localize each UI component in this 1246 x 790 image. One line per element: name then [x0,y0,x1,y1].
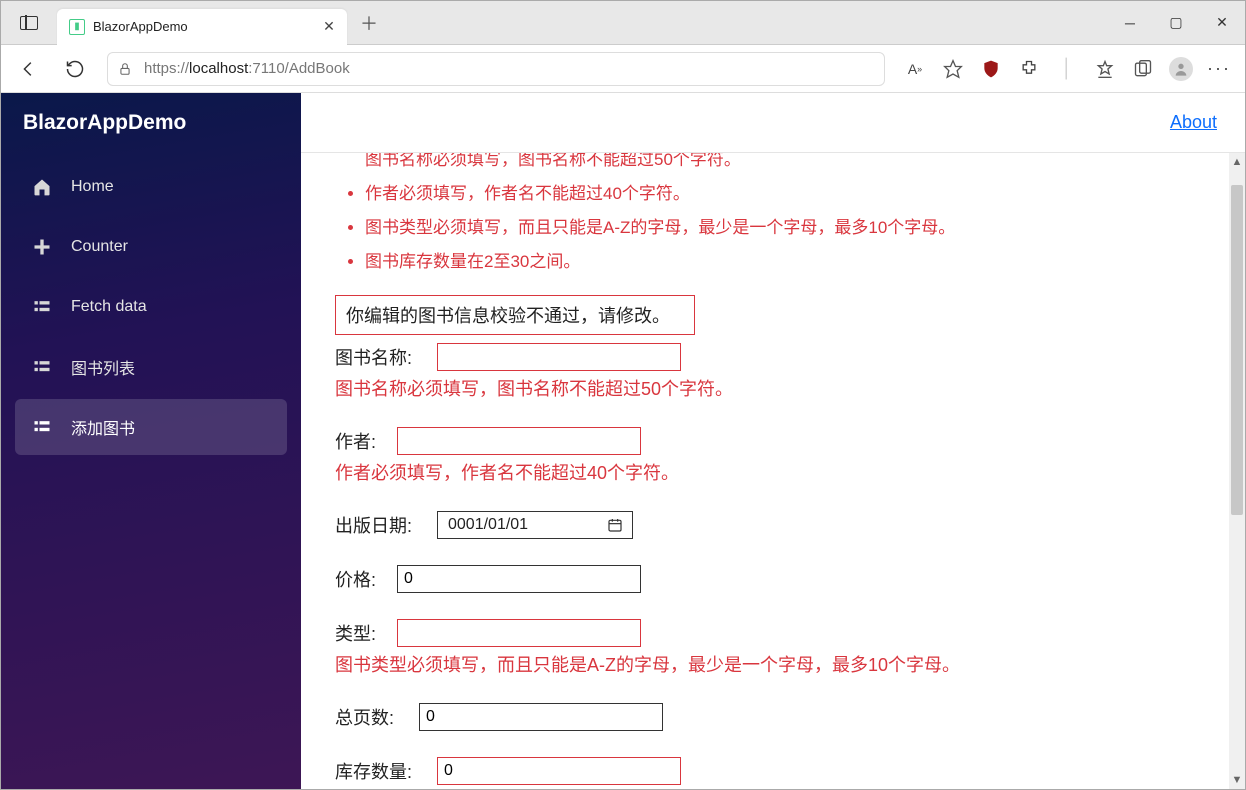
row-author: 作者: [335,427,1227,455]
nav-label: 图书列表 [71,355,135,379]
input-type[interactable] [397,619,641,647]
close-tab-icon[interactable]: ✕ [321,19,337,35]
label-pubdate: 出版日期: [335,512,425,538]
error-item: 图书类型必须填写，而且只能是A-Z的字母，最少是一个字母，最多10个字母。 [365,211,1227,245]
calendar-icon[interactable] [606,516,624,534]
sidebar: BlazorAppDemo Home Counter Fetch data 图书… [1,93,301,789]
nav-label: Fetch data [71,298,147,316]
row-name: 图书名称: [335,343,1227,371]
home-icon [31,176,53,198]
back-button[interactable] [15,55,43,83]
scroll-thumb[interactable] [1231,185,1243,515]
profile-avatar[interactable] [1169,57,1193,81]
row-pubdate: 出版日期: 0001/01/01 [335,511,1227,539]
row-stock: 库存数量: [335,757,1227,785]
label-author: 作者: [335,428,385,454]
plus-icon [31,236,53,258]
input-price[interactable] [397,565,641,593]
vertical-scrollbar[interactable]: ▲ ▼ [1229,153,1245,789]
divider: │ [1055,57,1079,81]
label-stock: 库存数量: [335,758,425,784]
collections-icon[interactable] [1131,57,1155,81]
row-type: 类型: [335,619,1227,647]
error-item: 图书名称必须填写，图书名称不能超过50个字符。 [365,153,1227,177]
label-type: 类型: [335,620,385,646]
favicon: ▮ [69,19,85,35]
content-area: BlazorAppDemo Home Counter Fetch data 图书… [1,93,1245,789]
new-tab-button[interactable]: ＋ [353,7,385,39]
tab-overview-button[interactable] [1,1,57,44]
nav-label: 添加图书 [71,415,135,439]
input-stock[interactable] [437,757,681,785]
error-type: 图书类型必须填写，而且只能是A-Z的字母，最少是一个字母，最多10个字母。 [335,651,1227,677]
input-name[interactable] [437,343,681,371]
tab-title: BlazorAppDemo [93,19,313,34]
error-name: 图书名称必须填写，图书名称不能超过50个字符。 [335,375,1227,401]
lock-icon [118,61,132,77]
pubdate-value: 0001/01/01 [448,516,528,534]
maximize-button[interactable] [1153,1,1199,45]
label-name: 图书名称: [335,344,425,370]
read-aloud-icon[interactable]: A» [903,57,927,81]
label-pages: 总页数: [335,704,407,730]
browser-tab[interactable]: ▮ BlazorAppDemo ✕ [57,9,347,45]
nav-book-list[interactable]: 图书列表 [15,339,287,395]
nav-fetch-data[interactable]: Fetch data [15,279,287,335]
validation-summary-list: 图书名称必须填写，图书名称不能超过50个字符。 作者必须填写，作者名不能超过40… [335,153,1227,279]
main-panel: About 图书名称必须填写，图书名称不能超过50个字符。 作者必须填写，作者名… [301,93,1245,789]
window-controls [1107,1,1245,45]
list-icon [31,356,53,378]
nav-add-book[interactable]: 添加图书 [15,399,287,455]
minimize-button[interactable] [1107,1,1153,45]
validation-banner: 你编辑的图书信息校验不通过，请修改。 [335,295,695,335]
label-price: 价格: [335,566,385,592]
input-author[interactable] [397,427,641,455]
favorites-bar-icon[interactable] [1093,57,1117,81]
error-item: 图书库存数量在2至30之间。 [365,245,1227,279]
nav-label: Counter [71,238,128,256]
refresh-button[interactable] [61,55,89,83]
address-bar: https://localhost:7110/AddBook A» │ [1,45,1245,93]
scroll-up-icon[interactable]: ▲ [1229,153,1245,171]
nav-list: Home Counter Fetch data 图书列表 添加图书 [1,159,301,455]
scroll-region: 图书名称必须填写，图书名称不能超过50个字符。 作者必须填写，作者名不能超过40… [301,153,1245,789]
input-pubdate[interactable]: 0001/01/01 [437,511,633,539]
close-window-button[interactable] [1199,1,1245,45]
error-item: 作者必须填写，作者名不能超过40个字符。 [365,177,1227,211]
url-box[interactable]: https://localhost:7110/AddBook [107,52,885,86]
toolbar-right: A» │ ··· [903,57,1231,81]
favorite-icon[interactable] [941,57,965,81]
about-link[interactable]: About [1170,112,1217,133]
list-icon [31,296,53,318]
row-price: 价格: [335,565,1227,593]
error-author: 作者必须填写，作者名不能超过40个字符。 [335,459,1227,485]
nav-home[interactable]: Home [15,159,287,215]
list-icon [31,416,53,438]
titlebar: ▮ BlazorAppDemo ✕ ＋ [1,1,1245,45]
browser-window: ▮ BlazorAppDemo ✕ ＋ https://localhost:71… [0,0,1246,790]
menu-icon[interactable]: ··· [1207,57,1231,81]
url-text: https://localhost:7110/AddBook [144,60,350,77]
brand-title: BlazorAppDemo [1,93,301,159]
row-pages: 总页数: [335,703,1227,731]
scroll-down-icon[interactable]: ▼ [1229,771,1245,789]
top-bar: About [301,93,1245,153]
input-pages[interactable] [419,703,663,731]
nav-counter[interactable]: Counter [15,219,287,275]
extensions-icon[interactable] [1017,57,1041,81]
nav-label: Home [71,178,114,196]
adblock-icon[interactable] [979,57,1003,81]
